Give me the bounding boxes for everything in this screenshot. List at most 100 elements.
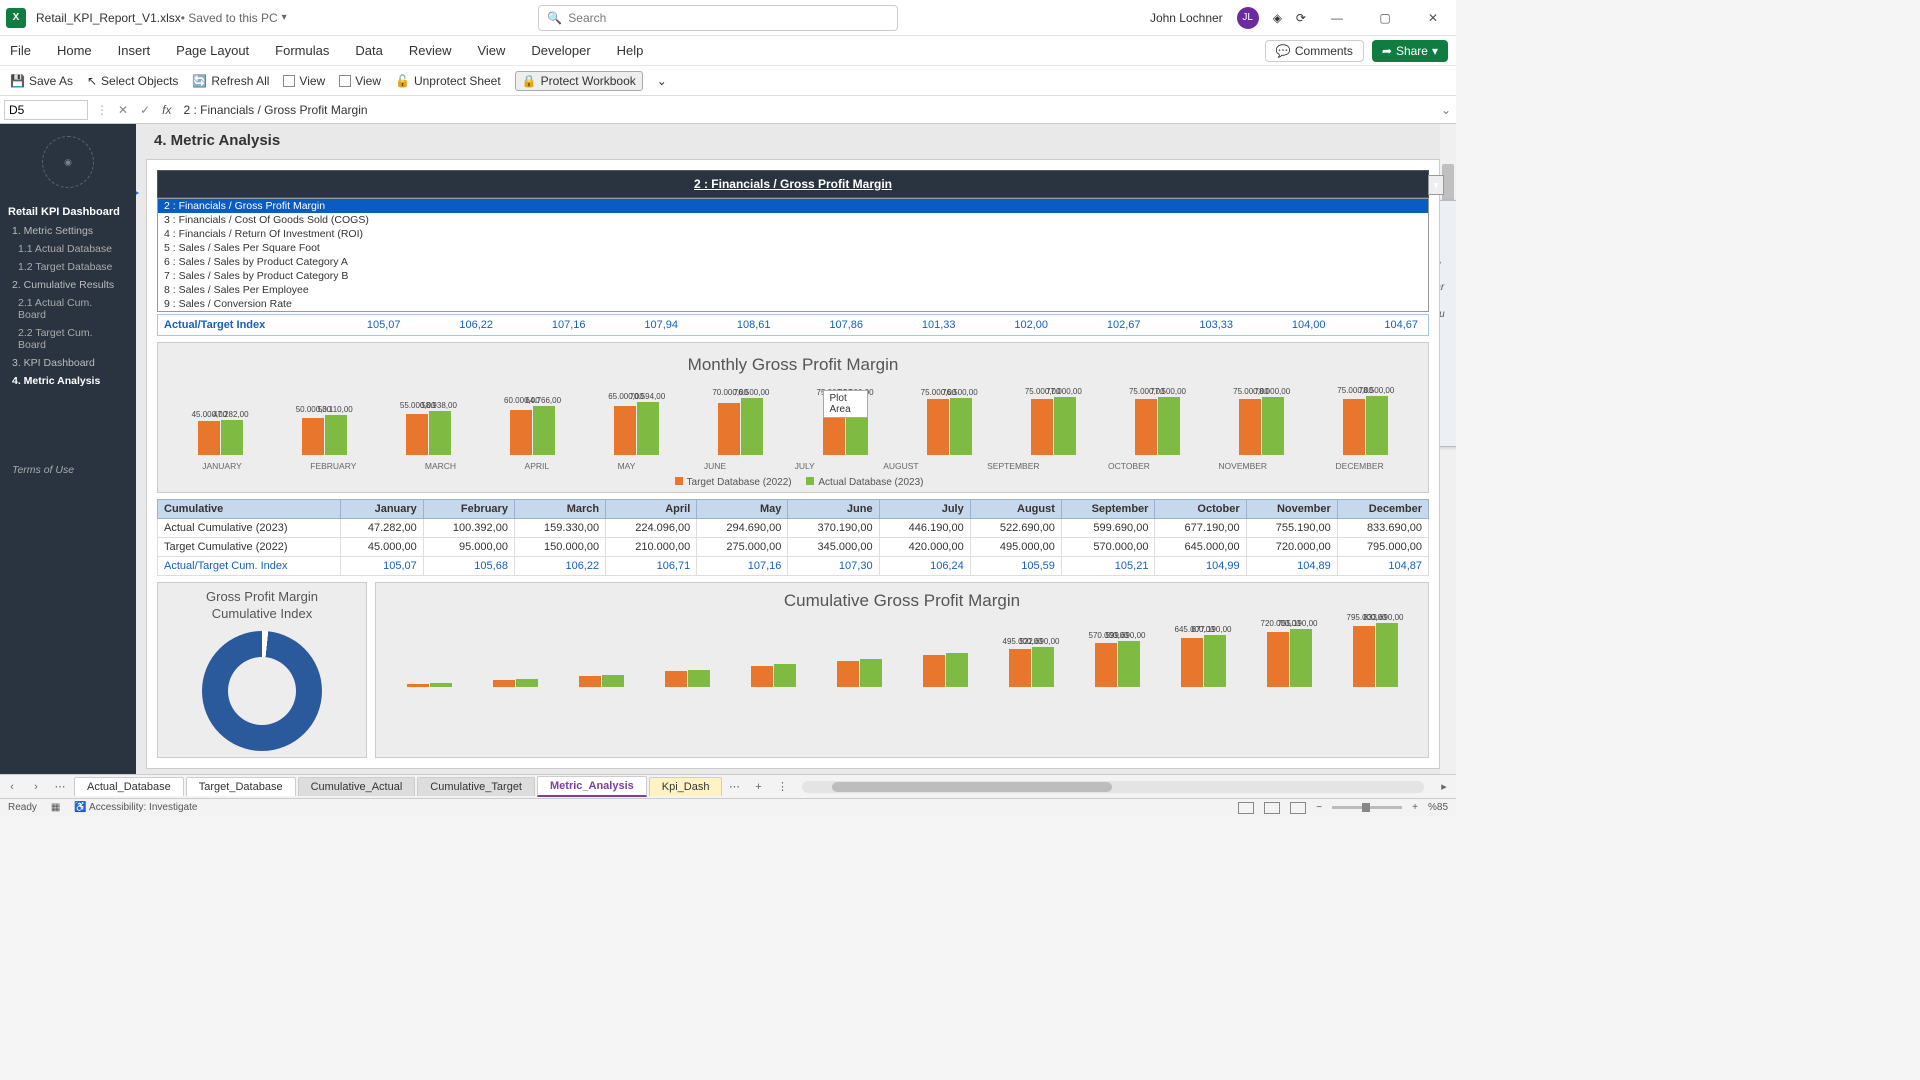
tab-nav-more[interactable]: ⋯ (48, 780, 72, 793)
scrollbar-thumb[interactable] (832, 782, 1112, 792)
index-value: 107,86 (781, 315, 874, 335)
donut-chart[interactable]: Gross Profit Margin Cumulative Index (157, 582, 367, 758)
dropdown-option[interactable]: 3 : Financials / Cost Of Goods Sold (COG… (158, 213, 1428, 227)
kpi-dropdown-cell[interactable]: 2 : Financials / Gross Profit Margin ▾ (157, 170, 1429, 198)
sheet-tab[interactable]: Actual_Database (74, 777, 184, 796)
sheet-tab[interactable]: Cumulative_Actual (298, 777, 416, 796)
page-layout-icon[interactable] (1264, 802, 1280, 814)
cancel-icon[interactable]: ✕ (112, 103, 134, 117)
sidebar-item[interactable]: 2.1 Actual Cum. Board (0, 294, 136, 324)
dropdown-option[interactable]: 2 : Financials / Gross Profit Margin (158, 199, 1428, 213)
name-box[interactable] (4, 100, 88, 120)
maximize-button[interactable]: ▢ (1368, 11, 1402, 25)
view-toggle-2[interactable]: View (339, 74, 381, 88)
dropdown-option[interactable]: 5 : Sales / Sales Per Square Foot (158, 241, 1428, 255)
table-row: Actual Cumulative (2023)47.282,00100.392… (158, 519, 1429, 538)
sidebar-item[interactable]: 1.1 Actual Database (0, 240, 136, 258)
save-as-button[interactable]: 💾Save As (10, 74, 73, 88)
protect-workbook-button[interactable]: 🔒Protect Workbook (515, 71, 643, 91)
tab-developer[interactable]: Developer (529, 40, 592, 61)
sidebar-item[interactable]: 1.2 Target Database (0, 258, 136, 276)
bar-label: 47.282,00 (213, 410, 249, 419)
page-break-icon[interactable] (1290, 802, 1306, 814)
bar-label: 64.766,00 (525, 396, 561, 405)
toolbar-overflow[interactable]: ⌄ (657, 74, 667, 88)
diamond-icon[interactable]: ◈ (1273, 11, 1282, 25)
horizontal-scrollbar[interactable] (802, 781, 1424, 793)
select-objects-button[interactable]: ↖Select Objects (87, 74, 178, 88)
tab-data[interactable]: Data (353, 40, 384, 61)
dropdown-option[interactable]: 7 : Sales / Sales by Product Category B (158, 269, 1428, 283)
tab-nav-prev[interactable]: ‹ (0, 781, 24, 793)
sheet-tab-active[interactable]: Metric_Analysis (537, 776, 647, 797)
tab-review[interactable]: Review (407, 40, 454, 61)
dropdown-list[interactable]: 2 : Financials / Gross Profit Margin3 : … (157, 198, 1429, 312)
cumulative-chart[interactable]: Cumulative Gross Profit Margin 495.000,0… (375, 582, 1429, 758)
sheet-tab[interactable]: Kpi_Dash (649, 777, 723, 796)
formula-content[interactable]: 2 : Financials / Gross Profit Margin (177, 103, 1436, 117)
bar-label: 78.500,00 (1359, 386, 1395, 395)
add-sheet-button[interactable]: + (746, 781, 770, 793)
monthly-chart[interactable]: Monthly Gross Profit Margin 45.000,0047.… (157, 342, 1429, 493)
comments-button[interactable]: 💬Comments (1265, 40, 1364, 62)
zoom-knob[interactable] (1362, 803, 1370, 812)
accessibility-status[interactable]: ♿ Accessibility: Investigate (74, 802, 197, 813)
share-button[interactable]: ➦Share ▾ (1372, 40, 1448, 62)
sheet-tab[interactable]: Cumulative_Target (417, 777, 535, 796)
macro-icon[interactable]: ▦ (51, 802, 60, 813)
dropdown-option[interactable]: 6 : Sales / Sales by Product Category A (158, 255, 1428, 269)
scroll-right[interactable]: ▸ (1432, 780, 1456, 793)
dropdown-option[interactable]: 4 : Financials / Return Of Investment (R… (158, 227, 1428, 241)
unprotect-sheet-button[interactable]: 🔓Unprotect Sheet (395, 74, 501, 88)
terms-link[interactable]: Terms of Use (0, 460, 136, 480)
zoom-slider[interactable] (1332, 806, 1402, 809)
tab-help[interactable]: Help (615, 40, 646, 61)
checkbox-icon[interactable] (283, 75, 295, 87)
tab-page-layout[interactable]: Page Layout (174, 40, 251, 61)
tab-formulas[interactable]: Formulas (273, 40, 331, 61)
sidebar-item[interactable]: 2.2 Target Cum. Board (0, 324, 136, 354)
dropdown-button[interactable]: ▾ (1428, 175, 1444, 195)
checkbox-icon[interactable] (339, 75, 351, 87)
bar-label: 77.000,00 (1046, 387, 1082, 396)
bar-target (302, 418, 324, 456)
refresh-all-button[interactable]: 🔄Refresh All (192, 74, 269, 88)
zoom-in-button[interactable]: + (1412, 802, 1418, 813)
tab-view[interactable]: View (475, 40, 507, 61)
view-toggle-1[interactable]: View (283, 74, 325, 88)
bar-target (407, 684, 429, 687)
tab-menu[interactable]: ⋮ (770, 780, 794, 793)
pending-icon[interactable]: ⟳ (1296, 11, 1306, 25)
expand-formula-icon[interactable]: ⌄ (1436, 103, 1456, 117)
bar-actual (221, 420, 243, 455)
unlock-icon: 🔓 (395, 74, 410, 88)
avatar[interactable]: JL (1237, 7, 1259, 29)
dropdown-option[interactable]: 8 : Sales / Sales Per Employee (158, 283, 1428, 297)
x-tick: SEPTEMBER (987, 461, 1039, 471)
bar-label: 77.500,00 (1150, 387, 1186, 396)
tab-insert[interactable]: Insert (116, 40, 153, 61)
sidebar-item[interactable]: 3. KPI Dashboard (0, 354, 136, 372)
normal-view-icon[interactable] (1238, 802, 1254, 814)
chevron-down-icon[interactable]: ▾ (282, 12, 287, 23)
user-name[interactable]: John Lochner (1150, 11, 1223, 25)
bar-target (510, 410, 532, 455)
tab-nav-next[interactable]: › (24, 781, 48, 793)
close-button[interactable]: ✕ (1416, 11, 1450, 25)
zoom-level[interactable]: %85 (1428, 802, 1448, 813)
tab-file[interactable]: File (8, 40, 33, 61)
tab-home[interactable]: Home (55, 40, 94, 61)
accept-icon[interactable]: ✓ (134, 103, 156, 117)
bar-target (198, 421, 220, 455)
minimize-button[interactable]: — (1320, 11, 1354, 25)
sidebar-item[interactable]: 2. Cumulative Results (0, 276, 136, 294)
search-input[interactable]: 🔍 Search (538, 5, 898, 31)
sidebar-item[interactable]: 4. Metric Analysis (0, 372, 136, 390)
sidebar-item[interactable]: 1. Metric Settings (0, 222, 136, 240)
dropdown-option[interactable]: 9 : Sales / Conversion Rate (158, 297, 1428, 311)
bar-actual (637, 402, 659, 455)
fx-icon[interactable]: fx (156, 103, 177, 117)
tab-overflow[interactable]: ⋯ (722, 780, 746, 793)
zoom-out-button[interactable]: − (1316, 802, 1322, 813)
sheet-tab[interactable]: Target_Database (186, 777, 296, 796)
